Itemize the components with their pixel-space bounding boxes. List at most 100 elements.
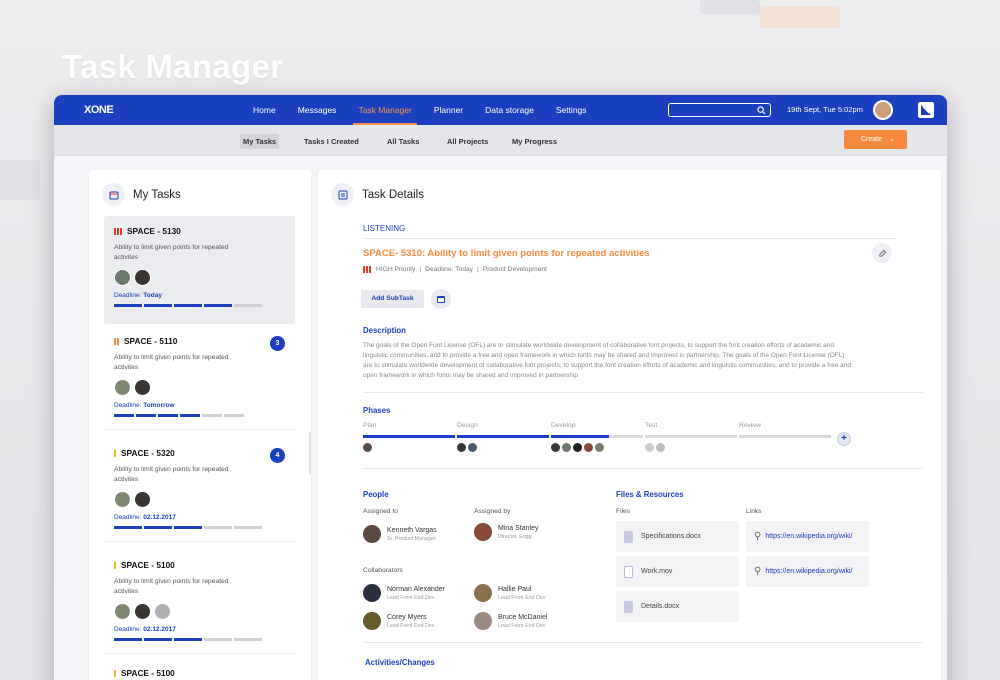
link-item[interactable]: ⚲ https://en.wikipedia.org/wiki/ bbox=[746, 521, 869, 552]
tab-my-progress[interactable]: My Progress bbox=[509, 134, 560, 149]
phase-name: Plan bbox=[363, 422, 377, 429]
files-label: Files bbox=[616, 508, 631, 515]
collaborator[interactable]: Bruce McDaniel Lead Front End Dev bbox=[474, 612, 547, 630]
background-ghost bbox=[700, 0, 760, 14]
assigned-to-label: Assigned to bbox=[363, 508, 398, 515]
task-deadline: Deadline: Today bbox=[114, 292, 285, 299]
nav-task-manager[interactable]: Task Manager bbox=[347, 95, 422, 125]
avatar bbox=[134, 269, 151, 286]
assignee-avatars bbox=[114, 269, 285, 286]
add-subtask-button[interactable]: Add SubTask bbox=[361, 290, 424, 308]
avatar bbox=[134, 603, 151, 620]
divider bbox=[363, 642, 923, 643]
avatar bbox=[474, 584, 492, 602]
avatar bbox=[154, 603, 171, 620]
person-name: Hallie Paul bbox=[498, 585, 532, 593]
tab-all-tasks[interactable]: All Tasks bbox=[384, 134, 422, 149]
avatar bbox=[363, 612, 381, 630]
collaborator[interactable]: Hallie Paul Lead Front End Dev bbox=[474, 584, 545, 602]
task-card[interactable]: SPACE - 5320 Ability to limit given poin… bbox=[104, 438, 295, 538]
task-progress bbox=[114, 414, 285, 417]
tab-my-tasks[interactable]: My Tasks bbox=[240, 134, 280, 149]
task-progress bbox=[114, 526, 285, 529]
expand-icon[interactable] bbox=[918, 102, 934, 118]
top-navbar: XONE Home Messages Task Manager Planner … bbox=[54, 95, 947, 125]
phase-avatars bbox=[457, 442, 549, 452]
search-input[interactable] bbox=[668, 103, 771, 117]
scrollbar[interactable] bbox=[309, 432, 311, 474]
status-label: LISTENING bbox=[363, 224, 406, 233]
document-icon bbox=[331, 183, 354, 206]
person-role: Lead Front End Dev bbox=[498, 622, 546, 629]
divider bbox=[363, 468, 923, 469]
file-name: Work.mov bbox=[641, 568, 673, 575]
file-name: Details.docx bbox=[641, 603, 680, 610]
collaborator[interactable]: Norman Alexander Lead Front End Dev bbox=[363, 584, 445, 602]
calendar-icon bbox=[437, 296, 445, 303]
links-label: Links bbox=[746, 508, 762, 515]
collaborator[interactable]: Corey Myers Lead Front End Dev bbox=[363, 612, 434, 630]
file-item[interactable]: Details.docx bbox=[616, 591, 739, 622]
task-deadline: Deadline: Tomorrow bbox=[114, 402, 285, 409]
avatar bbox=[134, 379, 151, 396]
phase-progress bbox=[457, 435, 549, 438]
task-card[interactable]: SPACE - 5130 Ability to limit given poin… bbox=[104, 216, 295, 324]
phase-avatars bbox=[645, 442, 737, 452]
nav-planner[interactable]: Planner bbox=[423, 95, 474, 125]
create-label: Create bbox=[861, 136, 883, 143]
background-ghost bbox=[760, 6, 840, 28]
person-name: Corey Myers bbox=[387, 613, 427, 621]
task-card[interactable]: SPACE - 5110 Ability to limit given poin… bbox=[104, 326, 295, 426]
deadline-text: Deadline: Today bbox=[425, 266, 473, 273]
phase-review[interactable]: Review bbox=[739, 422, 831, 438]
nav-settings[interactable]: Settings bbox=[545, 95, 598, 125]
file-item[interactable]: Work.mov bbox=[616, 556, 739, 587]
deadline-value: 02.12.2017 bbox=[143, 514, 176, 521]
deadline-label: Deadline: bbox=[114, 514, 142, 521]
person-assigned-by[interactable]: Mina Stanley Director, Engg bbox=[474, 523, 538, 541]
calendar-button[interactable] bbox=[431, 289, 451, 309]
nav-messages[interactable]: Messages bbox=[287, 95, 348, 125]
edit-button[interactable] bbox=[872, 243, 892, 263]
my-tasks-panel: My Tasks SPACE - 5130 Ability to limit g… bbox=[89, 170, 311, 680]
video-icon bbox=[624, 565, 633, 578]
search-icon bbox=[757, 106, 766, 115]
nav-data-storage[interactable]: Data storage bbox=[474, 95, 545, 125]
user-avatar[interactable] bbox=[873, 100, 893, 120]
file-item[interactable]: Specifications.docx bbox=[616, 521, 739, 552]
priority-high-icon bbox=[363, 266, 371, 273]
task-id: SPACE - 5100 bbox=[121, 560, 175, 570]
task-card[interactable]: SPACE - 5100 bbox=[104, 658, 295, 680]
task-id: SPACE - 5320 bbox=[121, 448, 175, 458]
tab-tasks-i-created[interactable]: Tasks I Created bbox=[301, 134, 362, 149]
chevron-down-icon: ⌄ bbox=[889, 136, 895, 143]
priority-low-icon bbox=[114, 669, 116, 677]
nav-home[interactable]: Home bbox=[242, 95, 287, 125]
phase-plan[interactable]: Plan bbox=[363, 422, 455, 452]
task-id: SPACE - 5130 bbox=[127, 226, 181, 236]
task-card[interactable]: SPACE - 5100 Ability to limit given poin… bbox=[104, 550, 295, 650]
phase-progress bbox=[739, 435, 831, 438]
person-role: Lead Front End Dev bbox=[498, 594, 546, 601]
link-item[interactable]: ⚲ https://en.wikipedia.org/wiki/ bbox=[746, 556, 869, 587]
paperclip-icon: ⚲ bbox=[754, 566, 762, 577]
phase-develop[interactable]: Develop bbox=[551, 422, 643, 452]
create-button[interactable]: Create ⌄ bbox=[844, 130, 907, 149]
priority-high-icon bbox=[114, 227, 122, 235]
person-role: Sr. Product Manager bbox=[387, 535, 436, 542]
add-phase-button[interactable]: + bbox=[837, 432, 851, 446]
phase-test[interactable]: Test bbox=[645, 422, 737, 452]
phase-progress bbox=[363, 435, 455, 438]
person-role: Lead Front End Dev bbox=[387, 594, 435, 601]
task-details-header: Task Details bbox=[331, 183, 424, 206]
phase-design[interactable]: Design bbox=[457, 422, 549, 452]
paperclip-icon: ⚲ bbox=[754, 531, 762, 542]
person-assigned-to[interactable]: Kenneth Vargas Sr. Product Manager bbox=[363, 525, 437, 543]
phase-name: Review bbox=[739, 422, 761, 429]
logo: XONE bbox=[84, 104, 114, 116]
person-name: Norman Alexander bbox=[387, 585, 445, 593]
deadline-value: 02.12.2017 bbox=[143, 626, 176, 633]
assignee-avatars bbox=[114, 379, 285, 396]
task-description: Ability to limit given points for repeat… bbox=[114, 466, 229, 483]
tab-all-projects[interactable]: All Projects bbox=[444, 134, 491, 149]
